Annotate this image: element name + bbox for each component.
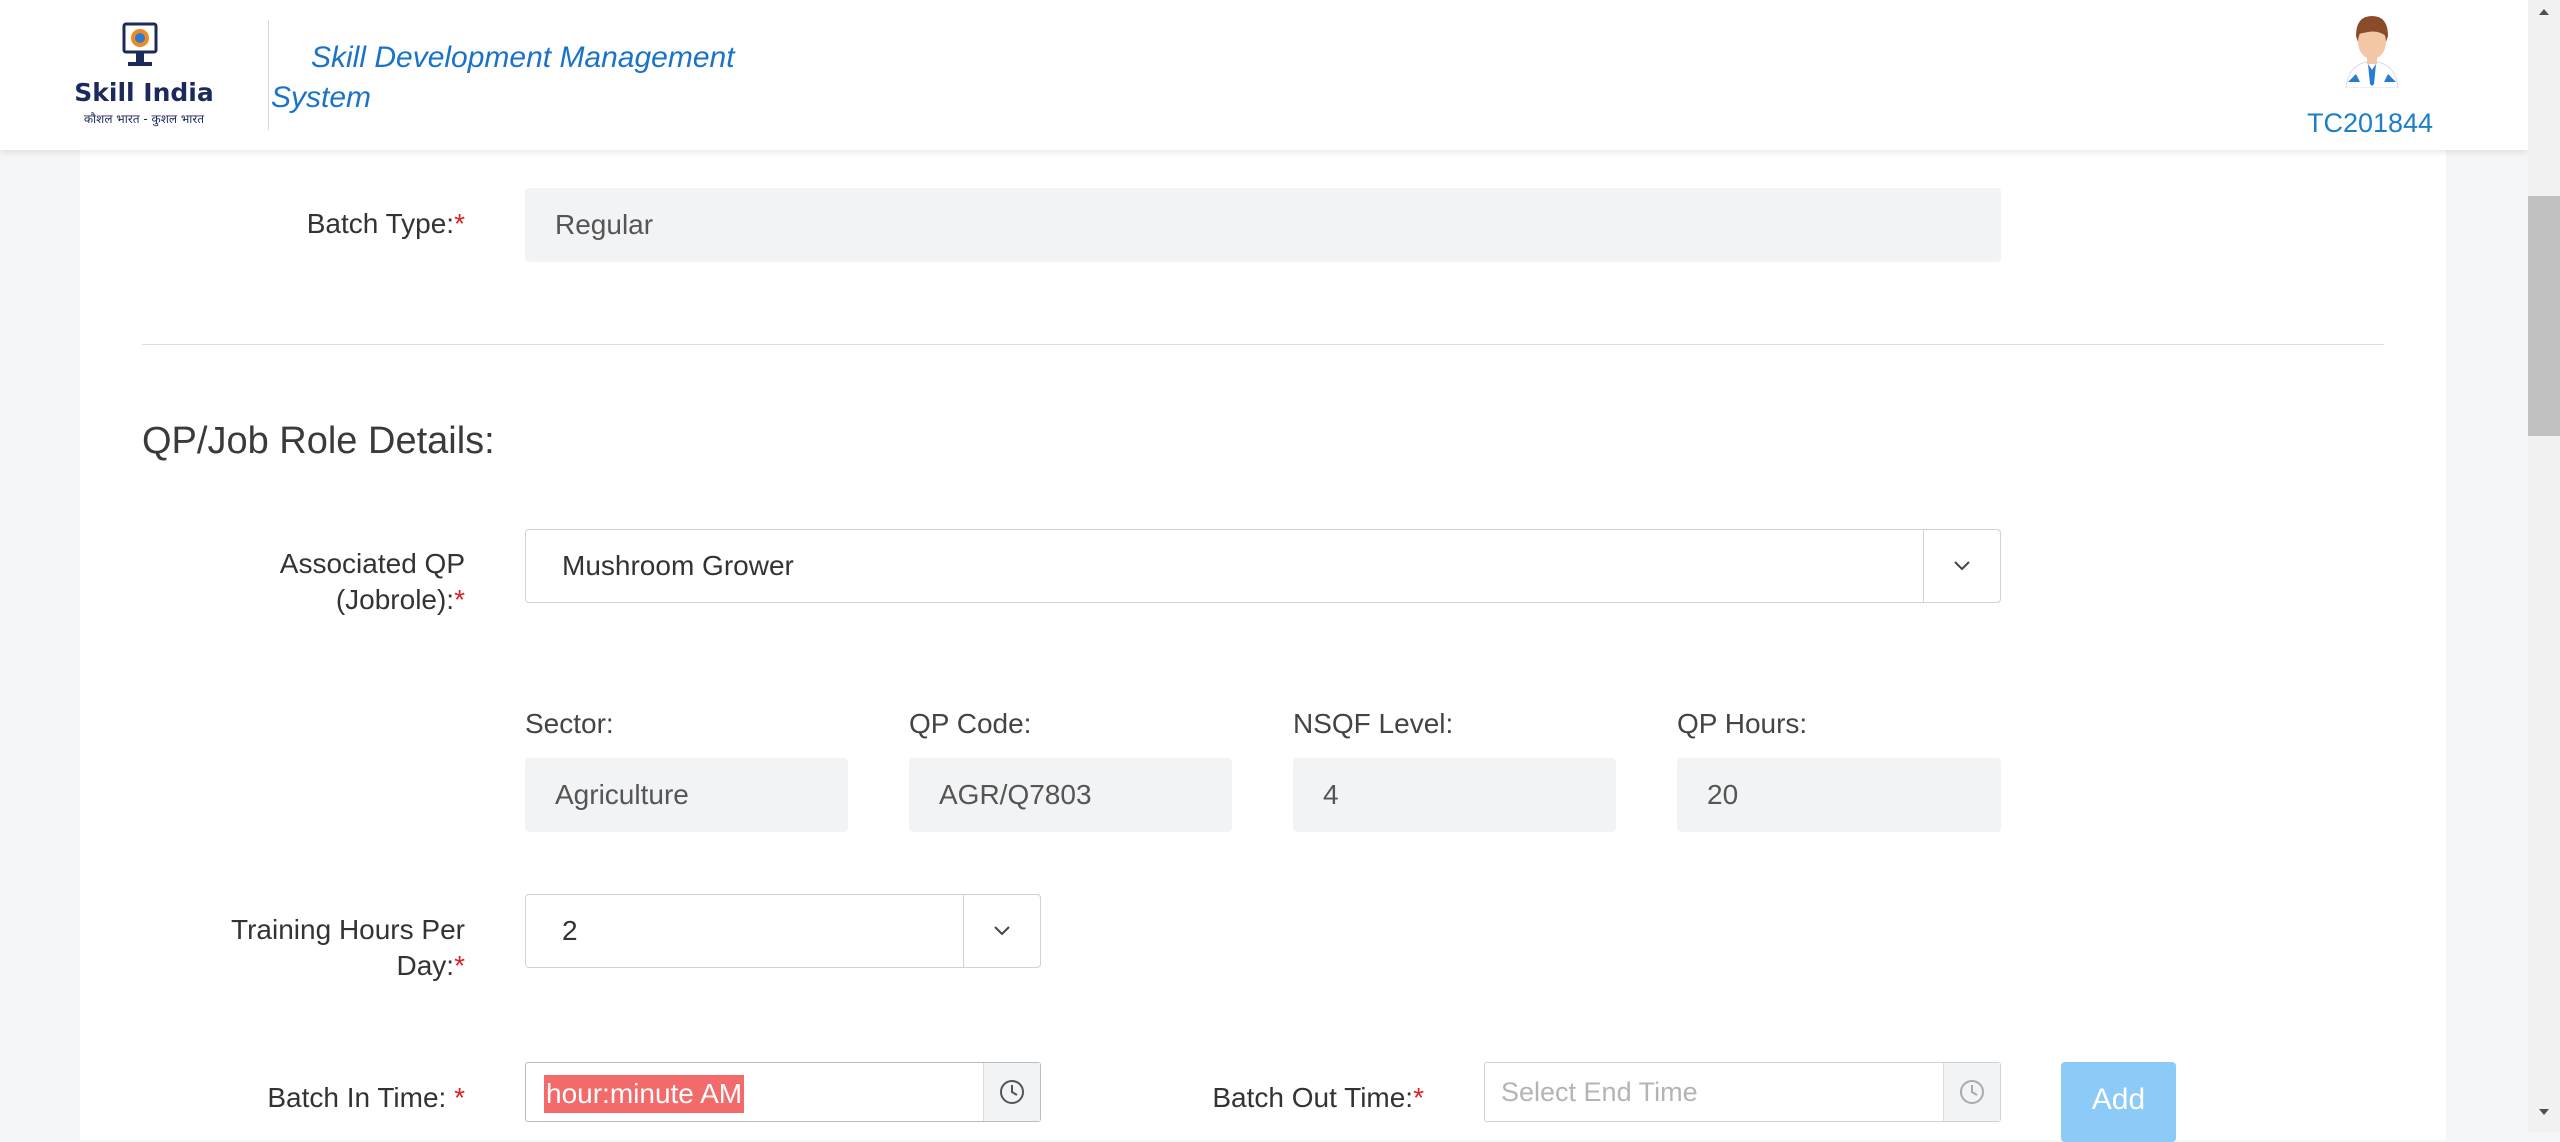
app-title: Skill Development Management System	[271, 41, 735, 114]
training-hours-value: 2	[562, 915, 578, 946]
associated-qp-value: Mushroom Grower	[562, 550, 794, 581]
user-avatar-icon[interactable]	[2338, 12, 2406, 89]
header-divider	[268, 20, 269, 130]
chevron-down-icon	[1954, 561, 1970, 571]
batch-out-time-input[interactable]: Select End Time	[1484, 1062, 2001, 1122]
training-hours-dropdown-button[interactable]	[963, 894, 1041, 968]
qp-code-field: AGR/Q7803	[909, 758, 1232, 832]
scroll-down-arrow-icon[interactable]	[2528, 1100, 2560, 1128]
page-scrollbar[interactable]	[2528, 0, 2560, 1132]
training-hours-select[interactable]: 2	[525, 894, 1041, 968]
top-header: Skill India कौशल भारत - कुशल भारत Skill …	[0, 0, 2528, 150]
associated-qp-label: Associated QP (Jobrole):*	[279, 548, 465, 615]
qp-hours-label: QP Hours:	[1677, 708, 1808, 739]
skill-india-emblem-icon	[116, 22, 164, 74]
qp-code-label: QP Code:	[909, 708, 1032, 739]
batch-form-card	[80, 130, 2446, 1140]
logo-subtext: कौशल भारत - कुशल भारत	[83, 112, 205, 126]
add-batch-time-button[interactable]: Add	[2061, 1062, 2176, 1142]
sector-field: Agriculture	[525, 758, 848, 832]
scrollbar-thumb[interactable]	[2528, 196, 2560, 436]
qp-hours-field: 20	[1677, 758, 2001, 832]
chevron-down-icon	[994, 926, 1010, 936]
batch-in-time-placeholder: hour:minute AM	[544, 1075, 745, 1113]
associated-qp-select[interactable]: Mushroom Grower	[525, 529, 2001, 603]
user-id[interactable]: TC201844	[2280, 108, 2460, 139]
batch-type-field: Regular	[525, 188, 2001, 262]
section-divider	[142, 344, 2384, 345]
batch-in-time-input[interactable]: hour:minute AM	[525, 1062, 1041, 1122]
sector-label: Sector:	[525, 708, 614, 739]
scroll-up-arrow-icon[interactable]	[2528, 0, 2560, 28]
nsqf-level-label: NSQF Level:	[1293, 708, 1454, 739]
batch-out-time-label: Batch Out Time:*	[1212, 1082, 1424, 1113]
skill-india-logo[interactable]: Skill India कौशल भारत - कुशल भारत	[74, 22, 214, 130]
clock-icon[interactable]	[983, 1063, 1040, 1121]
batch-in-time-label: Batch In Time: *	[267, 1082, 465, 1113]
batch-type-label: Batch Type:*	[306, 208, 465, 239]
logo-text: Skill India	[74, 78, 214, 107]
nsqf-level-field: 4	[1293, 758, 1616, 832]
batch-out-time-placeholder: Select End Time	[1501, 1077, 1698, 1107]
clock-icon[interactable]	[1943, 1063, 2000, 1121]
qp-section-title: QP/Job Role Details:	[142, 420, 495, 462]
training-hours-label: Training Hours Per Day:*	[231, 914, 465, 981]
associated-qp-dropdown-button[interactable]	[1923, 529, 2001, 603]
